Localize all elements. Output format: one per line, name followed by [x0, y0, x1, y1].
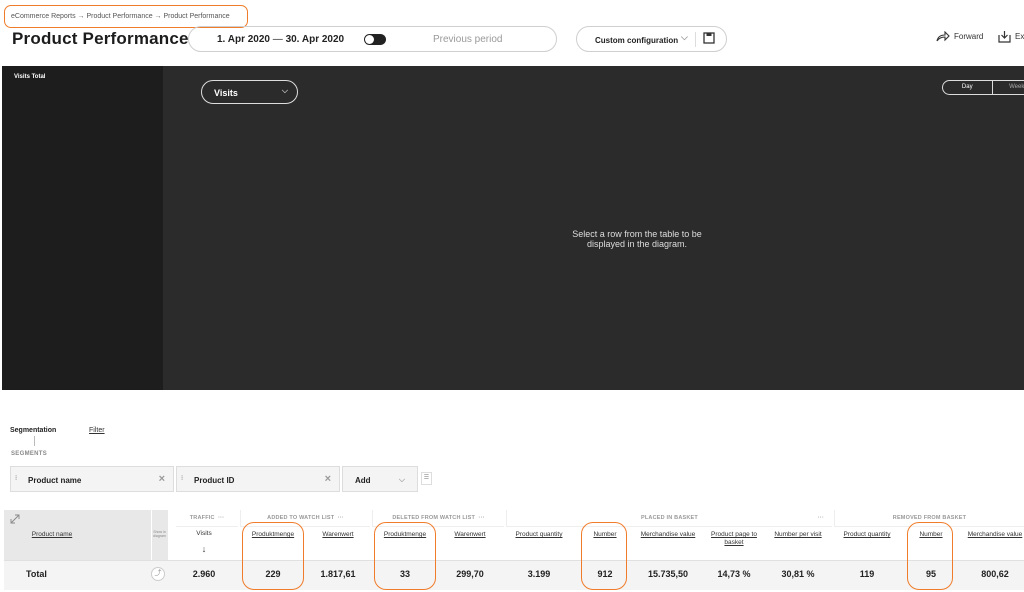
- column-merchandise-value[interactable]: Merchandise value: [966, 531, 1024, 539]
- column-product-quantity[interactable]: Product quantity: [835, 531, 899, 539]
- column-warenwert[interactable]: Warenwert: [310, 531, 366, 539]
- segment-chip-label: Product ID: [194, 476, 235, 485]
- column-warenwert[interactable]: Warenwert: [442, 531, 498, 539]
- granularity-day[interactable]: Day: [943, 81, 992, 94]
- column-number-per-visit[interactable]: Number per visit: [767, 531, 829, 539]
- granularity-week[interactable]: Week: [991, 81, 1024, 94]
- granularity-switch[interactable]: Day Week: [942, 80, 1024, 95]
- page-title: Product Performance: [12, 29, 189, 48]
- configuration-label: Custom configuration: [595, 36, 679, 45]
- tab-filter[interactable]: Filter: [89, 427, 105, 434]
- configuration-select[interactable]: Custom configuration ⌵: [576, 26, 727, 52]
- breadcrumb[interactable]: eCommerce Reports → Product Performance …: [4, 5, 248, 28]
- column-product-page-to-basket[interactable]: Product page to basket: [703, 531, 765, 547]
- forward-label: Forward: [954, 32, 984, 41]
- chevron-down-icon: ⌵: [281, 86, 288, 95]
- compare-toggle[interactable]: [364, 34, 386, 45]
- expand-icon[interactable]: [10, 514, 20, 524]
- segment-chip-product-name[interactable]: ⁝ Product name ×: [10, 466, 174, 492]
- chevron-down-icon: ⌵: [398, 475, 405, 484]
- value-placed-merchandise: 15.735,50: [647, 569, 689, 579]
- export-label: Ex: [1015, 32, 1024, 41]
- date-dash: —: [272, 34, 283, 45]
- drag-handle-icon[interactable]: ⁝: [15, 474, 17, 482]
- drag-handle-icon[interactable]: ⁝: [181, 474, 183, 482]
- chart-sidebar: Visits Total: [2, 66, 163, 390]
- add-segment-select[interactable]: Add ⌵: [342, 466, 418, 492]
- value-removed-quantity: 119: [859, 569, 875, 579]
- tab-segmentation[interactable]: Segmentation: [10, 427, 56, 434]
- segment-settings-icon[interactable]: ☰: [421, 472, 432, 485]
- close-icon[interactable]: ×: [325, 473, 331, 485]
- value-visits: 2.960: [192, 569, 216, 579]
- date-end: 30. Apr 2020: [285, 34, 345, 45]
- column-visits[interactable]: Visits: [184, 530, 224, 538]
- highlight-ring: [907, 522, 953, 590]
- export-button[interactable]: Ex: [998, 30, 1024, 43]
- value-number-per-visit: 30,81 %: [781, 569, 815, 579]
- date-range[interactable]: 1. Apr 2020 — 30. Apr 2020: [217, 34, 344, 45]
- value-deleted-warenwert: 299,70: [456, 569, 484, 579]
- chart-side-label: Visits Total: [14, 74, 46, 80]
- show-in-diagram-label: Show in diagram: [153, 530, 166, 538]
- divider: [34, 436, 35, 446]
- chevron-down-icon: ⌵: [681, 32, 688, 42]
- chart-empty-message: Select a row from the table to be displa…: [572, 229, 702, 249]
- previous-period-label[interactable]: Previous period: [433, 34, 502, 45]
- segment-chip-product-id[interactable]: ⁝ Product ID ×: [176, 466, 340, 492]
- date-start: 1. Apr 2020: [217, 34, 270, 45]
- show-in-diagram-icon[interactable]: ⤴: [151, 567, 165, 581]
- export-icon: [998, 31, 1011, 43]
- save-icon[interactable]: [703, 31, 715, 45]
- divider: [695, 32, 696, 47]
- add-segment-label: Add: [355, 476, 371, 485]
- segments-label: SEGMENTS: [11, 451, 48, 457]
- group-placed-basket: PLACED IN BASKET ···: [506, 510, 832, 527]
- value-page-to-basket: 14,73 %: [717, 569, 751, 579]
- close-icon[interactable]: ×: [159, 473, 165, 485]
- sort-desc-icon[interactable]: ↓: [184, 545, 224, 554]
- highlight-ring: [374, 522, 436, 590]
- forward-button[interactable]: Forward: [936, 31, 983, 42]
- share-arrow-icon: [936, 31, 950, 42]
- metric-select[interactable]: Visits ⌵: [201, 80, 298, 104]
- column-merchandise-value[interactable]: Merchandise value: [640, 531, 696, 539]
- metric-select-label: Visits: [214, 88, 238, 98]
- value-added-warenwert: 1.817,61: [320, 569, 356, 579]
- column-product-name[interactable]: Product name: [20, 531, 84, 539]
- total-label: Total: [26, 569, 47, 579]
- highlight-ring: [581, 522, 627, 590]
- highlight-ring: [242, 522, 304, 590]
- value-removed-merchandise: 800,62: [981, 569, 1009, 579]
- period-selector[interactable]: 1. Apr 2020 — 30. Apr 2020 Previous peri…: [188, 26, 557, 52]
- column-product-quantity[interactable]: Product quantity: [507, 531, 571, 539]
- segment-chip-label: Product name: [28, 476, 82, 485]
- group-traffic: TRAFFIC ···: [176, 510, 238, 527]
- value-placed-quantity: 3.199: [527, 569, 551, 579]
